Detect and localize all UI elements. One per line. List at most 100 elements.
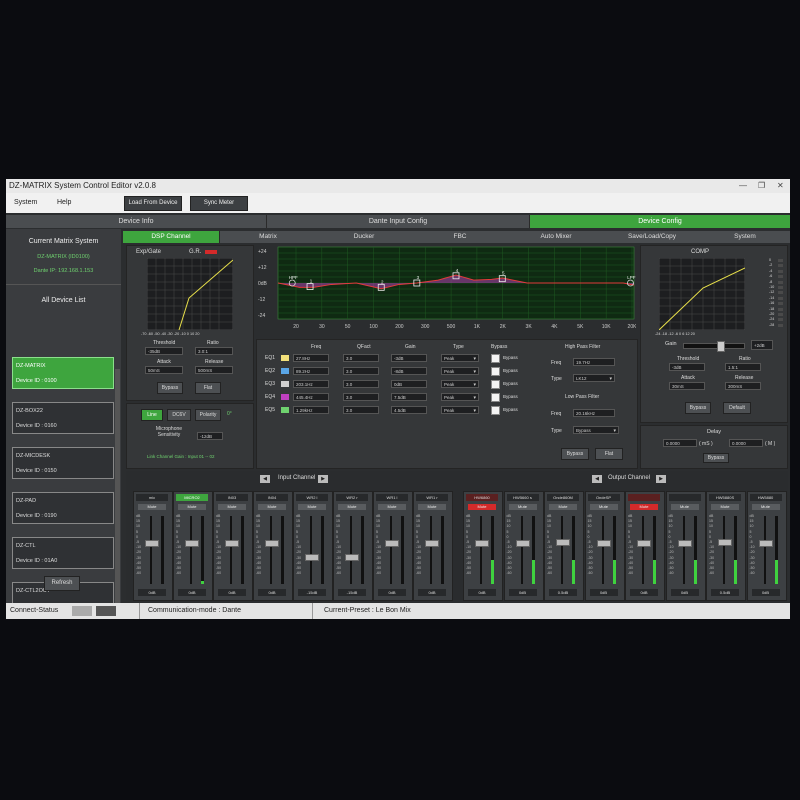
lpf-freq-input[interactable]: 20.16kHz [573, 409, 615, 417]
fader-track[interactable] [763, 516, 766, 584]
fader-knob[interactable] [185, 539, 199, 547]
eq-bypass-checkbox[interactable] [491, 393, 500, 402]
fader-value[interactable]: 0dB [178, 589, 206, 596]
fader-knob[interactable] [758, 539, 773, 547]
fader-value[interactable]: 0dB [589, 589, 618, 596]
fader-value[interactable]: -15dB [298, 589, 326, 596]
device-card[interactable]: DZ-PAD Device ID : 0190 [12, 492, 114, 524]
input-next-arrow[interactable]: ▶ [318, 475, 328, 483]
menu-system[interactable]: System [14, 199, 37, 206]
eq-freq-input[interactable]: 203.1Hz [293, 380, 329, 388]
fader-knob[interactable] [265, 539, 279, 547]
tab-device-config[interactable]: Device Config [530, 215, 790, 228]
fader-track[interactable] [430, 516, 432, 584]
fader-track[interactable] [350, 516, 352, 584]
fader-knob[interactable] [425, 539, 439, 547]
fader-value[interactable]: 0dB [418, 589, 446, 596]
fader-value[interactable]: 0dB [751, 589, 780, 596]
mute-button[interactable]: Mute [589, 504, 618, 510]
fader-value[interactable]: 0dB [258, 589, 286, 596]
mute-button[interactable]: Mute [549, 504, 577, 510]
eq-freq-input[interactable]: 445.4Hz [293, 393, 329, 401]
eq-q-input[interactable]: 3.0 [343, 406, 379, 414]
mute-button[interactable]: Mute [338, 504, 366, 510]
tab-dante-input-config[interactable]: Dante Input Config [267, 215, 530, 228]
eq-gain-input[interactable]: 4.5dB [391, 406, 427, 414]
eq-gain-input[interactable]: -3dB [391, 354, 427, 362]
expgate-attack-input[interactable]: 50mS [145, 366, 183, 374]
eq-freq-input[interactable]: 27.8Hz [293, 354, 329, 362]
fader-track[interactable] [601, 516, 604, 584]
fader-value[interactable]: 0dB [468, 589, 496, 596]
mute-button[interactable]: Mute [751, 504, 780, 510]
delay-m-input[interactable]: 0.0000 [729, 439, 763, 447]
eq-bypass-button[interactable]: Bypass [561, 448, 589, 460]
fader-knob[interactable] [637, 539, 651, 547]
fader-knob[interactable] [677, 539, 692, 547]
menu-help[interactable]: Help [57, 199, 71, 206]
dc6v-button[interactable]: DC6V [167, 409, 191, 421]
fader-knob[interactable] [305, 553, 319, 561]
eq-flat-button[interactable]: Flat [595, 448, 623, 460]
mute-button[interactable]: Mute [298, 504, 326, 510]
eq-type-select[interactable]: Peak [441, 393, 479, 402]
fader-value[interactable]: 0dB [630, 589, 658, 596]
device-card[interactable]: DZ-MATRIX Device ID : 0100 [12, 357, 114, 389]
fader-track[interactable] [642, 516, 644, 584]
eq-type-select[interactable]: Peak [441, 367, 479, 376]
eq-freq-input[interactable]: 1.29kHz [293, 406, 329, 414]
eq-gain-input[interactable]: 7.5dB [391, 393, 427, 401]
fader-track[interactable] [270, 516, 272, 584]
mic-sensitivity-select[interactable]: -12dB [197, 432, 223, 440]
subtab-save-load-copy[interactable]: Save/Load/Copy [604, 231, 701, 243]
fader-track[interactable] [480, 516, 482, 584]
comp-gain-slider[interactable] [683, 341, 745, 352]
comp-gain-input[interactable]: +2dB [751, 340, 773, 350]
polarity-button[interactable]: Polarity [195, 409, 221, 421]
fader-knob[interactable] [515, 539, 530, 547]
mute-button[interactable]: Mute [218, 504, 246, 510]
expgate-bypass-button[interactable]: Bypass [157, 382, 183, 394]
comp-release-input[interactable]: 300mS [725, 382, 761, 390]
fader-track[interactable] [390, 516, 392, 584]
eq-q-input[interactable]: 3.0 [343, 393, 379, 401]
eq-freq-input[interactable]: 89.2Hz [293, 367, 329, 375]
fader-knob[interactable] [345, 553, 359, 561]
output-prev-arrow[interactable]: ◀ [592, 475, 602, 483]
subtab-dsp-channel[interactable]: DSP Channel [123, 231, 220, 243]
fader-track[interactable] [310, 516, 312, 584]
eq-bypass-checkbox[interactable] [491, 380, 500, 389]
mute-button[interactable]: Mute [670, 504, 699, 510]
fader-value[interactable]: 0.5dB [711, 589, 739, 596]
fader-knob[interactable] [145, 539, 159, 547]
hpf-type-select[interactable]: LK12 [573, 374, 615, 383]
fader-track[interactable] [520, 516, 523, 584]
comp-attack-input[interactable]: 30mS [669, 382, 705, 390]
eq-gain-input[interactable]: -8dB [391, 367, 427, 375]
mute-button[interactable]: Mute [711, 504, 739, 510]
eq-graph[interactable]: 20 30 50 100 200 300 500 1K 2K 3K 4K 5K 10K 20K +24 +12… [256, 245, 636, 333]
eq-q-input[interactable]: 3.0 [343, 380, 379, 388]
fader-value[interactable]: -15dB [338, 589, 366, 596]
fader-track[interactable] [561, 516, 563, 584]
comp-ratio-input[interactable]: 1.5:1 [725, 363, 761, 371]
mute-button[interactable]: Mute [178, 504, 206, 510]
comp-gain-knob[interactable] [717, 341, 725, 352]
fader-value[interactable]: 0dB [508, 589, 537, 596]
expgate-release-input[interactable]: 500mS [195, 366, 233, 374]
input-prev-arrow[interactable]: ◀ [260, 475, 270, 483]
expgate-threshold-input[interactable]: -35dB [145, 347, 183, 355]
fader-knob[interactable] [596, 539, 611, 547]
subtab-system[interactable]: System [700, 231, 790, 243]
mute-button[interactable]: Mute [508, 504, 537, 510]
eq-type-select[interactable]: Peak [441, 380, 479, 389]
output-next-arrow[interactable]: ▶ [656, 475, 666, 483]
comp-bypass-button[interactable]: Bypass [685, 402, 711, 414]
device-list-scrollbar[interactable] [115, 369, 120, 619]
fader-track[interactable] [723, 516, 725, 584]
minimize-icon[interactable]: — [739, 179, 747, 193]
refresh-button[interactable]: Refresh [44, 576, 80, 591]
device-card[interactable]: DZ-BOX22 Device ID : 0160 [12, 402, 114, 434]
comp-default-button[interactable]: Default [723, 402, 751, 414]
fader-track[interactable] [190, 516, 192, 584]
